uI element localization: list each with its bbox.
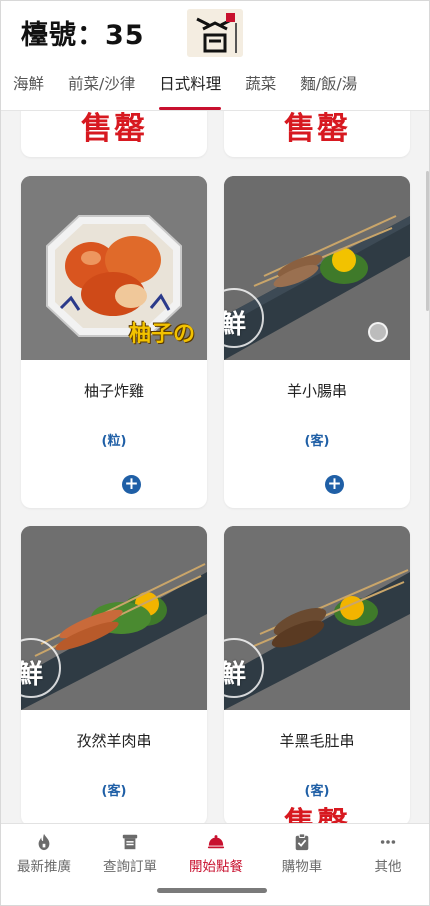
scrollbar[interactable] — [426, 171, 429, 311]
item-unit: (客) — [101, 784, 127, 799]
menu-card[interactable]: 鮮 羊小腸串 (客) + — [224, 176, 410, 508]
add-to-cart-button[interactable]: + — [325, 475, 344, 494]
nav-orders[interactable]: 查詢訂單 — [87, 824, 173, 883]
item-name: 羊小腸串 — [286, 382, 347, 400]
item-name: 柚子炸雞 — [83, 382, 144, 400]
tab-appetizer-salad[interactable]: 前菜/沙律 — [56, 63, 147, 111]
cloche-icon — [207, 834, 225, 848]
image-caption: 柚子の — [129, 322, 196, 347]
item-unit: (客) — [304, 784, 330, 799]
watermark-text: 鮮 — [224, 654, 246, 691]
watermark-text: 鮮 — [21, 654, 43, 691]
clipboard-icon — [295, 832, 309, 850]
nav-cart[interactable]: 購物車 — [259, 824, 345, 883]
receipt-icon — [122, 834, 138, 849]
image-dot — [368, 322, 388, 342]
tab-noodles-rice-soup[interactable]: 麵/飯/湯 — [288, 63, 369, 111]
sold-out-label: 售罄 — [81, 111, 147, 147]
restaurant-logo — [187, 9, 243, 57]
fire-icon — [38, 833, 50, 850]
system-gesture-area — [1, 883, 429, 905]
category-tabs: 海鮮 前菜/沙律 日式料理 蔬菜 麵/飯/湯 — [1, 63, 429, 111]
nav-label: 最新推廣 — [17, 858, 71, 875]
tab-japanese[interactable]: 日式料理 — [147, 63, 233, 111]
item-unit: (粒) — [101, 434, 127, 449]
sold-out-label: 售罄 — [284, 111, 350, 147]
app-screen: 檯號：35 海鮮 前菜/沙律 日式料理 蔬菜 麵/飯/湯 售罄 售罄 柚子の 柚… — [0, 0, 430, 906]
menu-grid: 售罄 售罄 柚子の 柚子炸雞 (粒) + 羊小腸串 (客) + 孜然羊肉串 (客… — [1, 111, 429, 823]
menu-card[interactable]: 鮮 孜然羊肉串 (客) — [21, 526, 207, 823]
nav-label: 其他 — [374, 858, 402, 875]
home-indicator[interactable] — [157, 888, 267, 893]
bottom-nav: 最新推廣 查詢訂單 開始點餐 購物車 其他 — [1, 823, 429, 883]
nav-label: 查詢訂單 — [103, 858, 157, 875]
item-name: 羊黑毛肚串 — [279, 732, 355, 750]
menu-card[interactable]: 售罄 — [224, 111, 410, 157]
more-icon — [380, 839, 396, 844]
menu-card[interactable]: 鮮 羊黑毛肚串 (客) 售罄 — [224, 526, 410, 823]
nav-start-order[interactable]: 開始點餐 — [173, 824, 259, 883]
sold-out-label: 售罄 — [224, 798, 410, 823]
item-unit: (客) — [304, 434, 330, 449]
food-image: 柚子の — [21, 176, 207, 360]
tab-vegetables[interactable]: 蔬菜 — [233, 63, 288, 111]
food-image: 鮮 — [224, 526, 410, 710]
nav-more[interactable]: 其他 — [345, 824, 429, 883]
watermark-text: 鮮 — [224, 304, 246, 341]
menu-card[interactable]: 售罄 — [21, 111, 207, 157]
menu-card[interactable]: 柚子の 柚子炸雞 (粒) + — [21, 176, 207, 508]
tab-seafood[interactable]: 海鮮 — [1, 63, 56, 111]
nav-label: 開始點餐 — [189, 858, 243, 875]
header: 檯號：35 — [1, 1, 429, 63]
add-to-cart-button[interactable]: + — [122, 475, 141, 494]
item-name: 孜然羊肉串 — [76, 732, 152, 750]
nav-promotions[interactable]: 最新推廣 — [1, 824, 87, 883]
table-number: 檯號：35 — [21, 20, 145, 51]
food-image: 鮮 — [21, 526, 207, 710]
food-image: 鮮 — [224, 176, 410, 360]
nav-label: 購物車 — [281, 858, 323, 875]
